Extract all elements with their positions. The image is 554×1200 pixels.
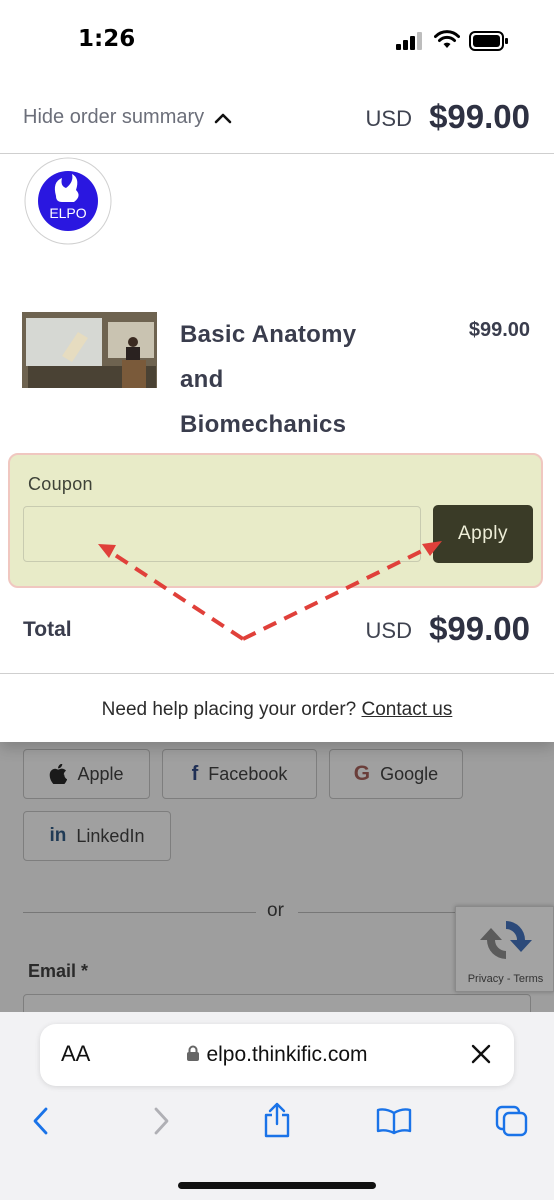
product-price: $99.00 <box>468 319 530 341</box>
hide-order-summary-toggle[interactable]: Hide order summary <box>23 106 232 129</box>
forward-icon[interactable] <box>150 1106 172 1136</box>
apple-label: Apple <box>77 763 124 784</box>
status-bar: 1:26 <box>0 0 554 82</box>
recaptcha-icon <box>480 921 532 959</box>
elpo-logo: ELPO <box>24 157 112 245</box>
back-icon[interactable] <box>30 1106 52 1136</box>
recaptcha-badge[interactable]: Privacy - Terms <box>455 906 554 992</box>
lock-icon <box>187 1045 200 1061</box>
hide-order-summary-label: Hide order summary <box>23 106 205 128</box>
help-text: Need help placing your order? <box>101 699 357 720</box>
email-label: Email * <box>28 961 89 981</box>
product-name: Basic Anatomy and Biomechanics <box>180 321 357 438</box>
linkedin-icon: in <box>49 825 67 846</box>
help-line: Need help placing your order? Contact us <box>0 699 554 721</box>
total-amount: $99.00 <box>429 610 530 647</box>
coupon-input[interactable] <box>23 506 421 562</box>
url-bar[interactable]: AA elpo.thinkific.com <box>40 1024 514 1086</box>
url-text: elpo.thinkific.com <box>206 1043 368 1066</box>
header-currency: USD <box>365 106 412 131</box>
chevron-up-icon <box>214 113 232 123</box>
linkedin-label: LinkedIn <box>76 825 145 846</box>
facebook-label: Facebook <box>208 763 288 784</box>
facebook-icon: f <box>191 762 199 785</box>
header-total: $99.00 <box>429 98 530 135</box>
total-label: Total <box>23 618 72 641</box>
order-summary: Hide order summary USD $99.00 ELPO Basic… <box>0 82 554 742</box>
logo-text: ELPO <box>49 205 86 221</box>
share-icon[interactable] <box>262 1102 292 1138</box>
browser-bar: AA elpo.thinkific.com <box>0 1012 554 1200</box>
google-label: Google <box>380 763 439 784</box>
wifi-icon <box>434 30 460 48</box>
tabs-icon[interactable] <box>495 1105 529 1137</box>
recaptcha-text[interactable]: Privacy - Terms <box>456 973 554 985</box>
total-row: Total USD $99.00 <box>0 604 554 674</box>
battery-icon <box>469 31 508 51</box>
apple-signin-button[interactable]: Apple <box>23 749 150 799</box>
apply-coupon-button[interactable]: Apply <box>433 505 533 563</box>
status-time: 1:26 <box>78 26 136 52</box>
apple-icon <box>50 764 68 784</box>
coupon-label: Coupon <box>28 474 93 494</box>
google-icon: G <box>353 762 371 785</box>
linkedin-signin-button[interactable]: in LinkedIn <box>23 811 171 861</box>
bookmarks-icon[interactable] <box>376 1107 412 1135</box>
signal-icon <box>396 32 422 50</box>
total-currency: USD <box>365 618 412 643</box>
or-text: or <box>267 900 284 921</box>
coupon-section: Coupon Apply <box>8 453 543 588</box>
lecture-image <box>22 312 157 388</box>
facebook-signin-button[interactable]: f Facebook <box>162 749 317 799</box>
product-thumbnail <box>22 312 157 388</box>
home-indicator <box>178 1182 376 1189</box>
google-signin-button[interactable]: G Google <box>329 749 463 799</box>
close-icon[interactable] <box>470 1043 492 1065</box>
url-display[interactable]: elpo.thinkific.com <box>40 1043 514 1067</box>
summary-header: Hide order summary USD $99.00 <box>0 82 554 154</box>
contact-us-link[interactable]: Contact us <box>362 699 453 720</box>
